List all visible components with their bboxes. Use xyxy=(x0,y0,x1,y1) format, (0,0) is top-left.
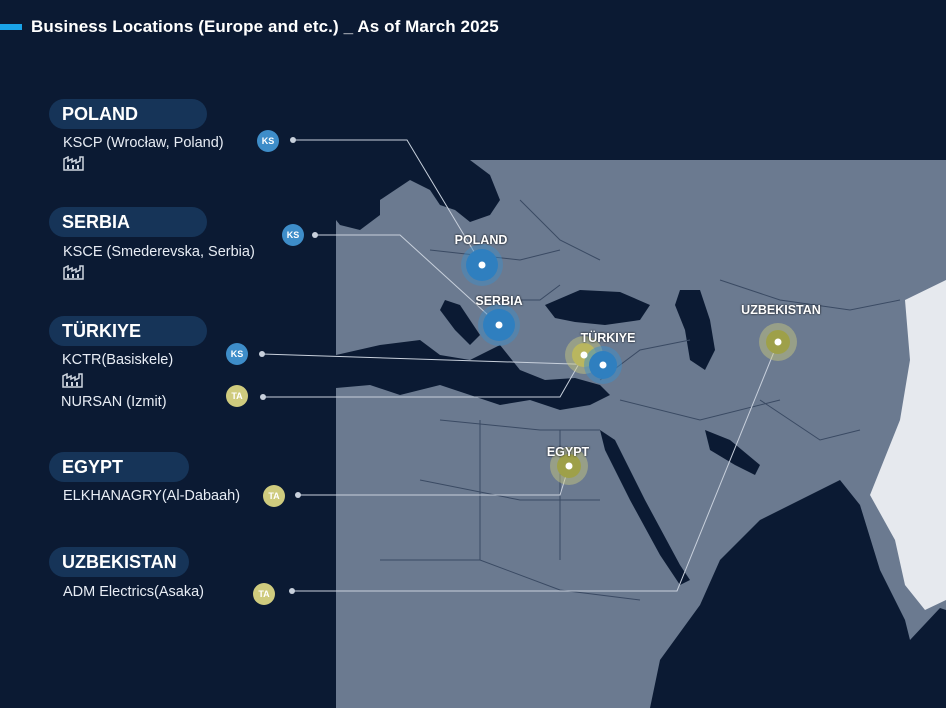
connector-dot xyxy=(290,137,296,143)
marker-poland xyxy=(461,244,503,286)
map-label-serbia: SERBIA xyxy=(475,294,523,308)
site-name: NURSAN (Izmit) xyxy=(61,394,167,410)
marker-uzbekistan xyxy=(759,323,797,361)
country-pill-poland: POLAND xyxy=(49,99,207,129)
connector-dots xyxy=(259,137,318,594)
country-label: POLAND xyxy=(62,103,138,124)
factory-icon xyxy=(62,373,83,388)
map-label-poland: POLAND xyxy=(454,233,508,247)
map-label-turkiye: TÜRKIYE xyxy=(580,331,636,345)
site-name: KSCE (Smederevska, Serbia) xyxy=(63,244,255,260)
site-name: ELKHANAGRY(Al-Dabaah) xyxy=(63,488,241,504)
country-pill-serbia: SERBIA xyxy=(49,207,207,237)
country-pill-uzbekistan: UZBEKISTAN xyxy=(49,547,189,577)
ta-badge: TA xyxy=(263,485,285,507)
marker-turkiye-ks xyxy=(584,346,622,384)
ks-badge: KS xyxy=(282,224,304,246)
map-label-egypt: EGYPT xyxy=(546,445,590,459)
marker-serbia xyxy=(478,304,520,346)
site-name: KCTR(Basiskele) xyxy=(62,352,174,368)
country-label: EGYPT xyxy=(62,456,124,477)
factory-icon xyxy=(63,265,84,280)
factory-icon xyxy=(63,156,84,171)
country-label: UZBEKISTAN xyxy=(62,551,177,572)
country-label: TÜRKIYE xyxy=(62,320,142,341)
connector-dot xyxy=(259,351,265,357)
page-title: Business Locations (Europe and etc.) _ A… xyxy=(31,17,499,36)
map-label-uzbekistan: UZBEKISTAN xyxy=(741,303,821,317)
connector-dot xyxy=(260,394,266,400)
site-name: ADM Electrics(Asaka) xyxy=(63,584,204,600)
ks-badge: KS xyxy=(257,130,279,152)
marker-turkiye-ta-dot xyxy=(580,351,588,359)
country-pill-turkiye: TÜRKIYE xyxy=(49,316,207,346)
connector-dot xyxy=(312,232,318,238)
site-name: KSCP (Wrocław, Poland) xyxy=(63,135,224,151)
ks-badge: KS xyxy=(226,343,248,365)
title-bar: Business Locations (Europe and etc.) _ A… xyxy=(0,14,499,40)
connector-dot xyxy=(289,588,295,594)
ta-badge: TA xyxy=(226,385,248,407)
sea-north xyxy=(336,160,380,230)
country-label: SERBIA xyxy=(62,211,131,232)
title-accent-bar xyxy=(0,24,22,30)
ta-badge: TA xyxy=(253,583,275,605)
country-pill-egypt: EGYPT xyxy=(49,452,189,482)
connector-dot xyxy=(295,492,301,498)
